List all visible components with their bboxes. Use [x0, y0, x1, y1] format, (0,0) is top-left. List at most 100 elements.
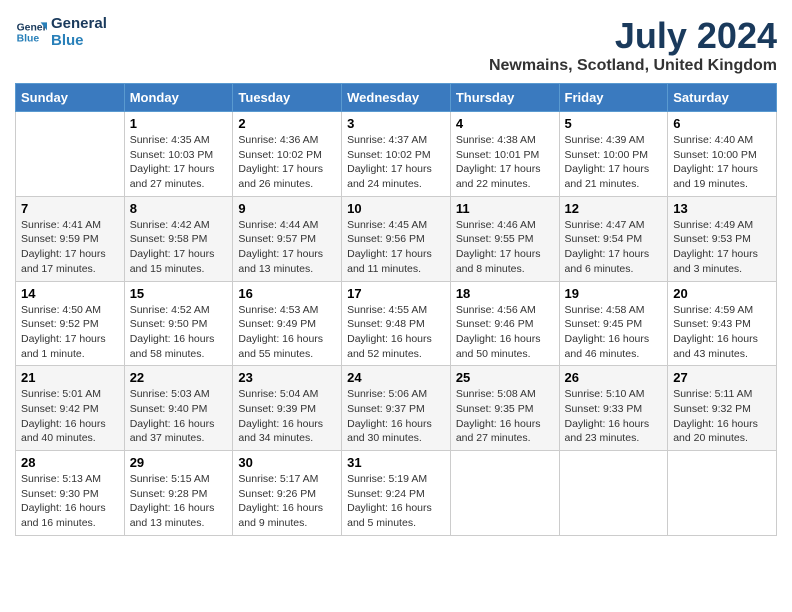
day-info: Sunrise: 5:11 AMSunset: 9:32 PMDaylight:… [673, 387, 771, 446]
day-number: 8 [130, 201, 228, 216]
day-number: 31 [347, 455, 445, 470]
day-info: Sunrise: 5:13 AMSunset: 9:30 PMDaylight:… [21, 472, 119, 531]
day-number: 20 [673, 286, 771, 301]
header-monday: Monday [124, 84, 233, 112]
day-info: Sunrise: 5:15 AMSunset: 9:28 PMDaylight:… [130, 472, 228, 531]
calendar-cell: 27 Sunrise: 5:11 AMSunset: 9:32 PMDayligh… [668, 366, 777, 451]
day-number: 12 [565, 201, 663, 216]
day-number: 25 [456, 370, 554, 385]
day-info: Sunrise: 4:46 AMSunset: 9:55 PMDaylight:… [456, 218, 554, 277]
day-number: 15 [130, 286, 228, 301]
day-number: 6 [673, 116, 771, 131]
day-info: Sunrise: 5:17 AMSunset: 9:26 PMDaylight:… [238, 472, 336, 531]
header-saturday: Saturday [668, 84, 777, 112]
title-section: July 2024 Newmains, Scotland, United Kin… [489, 15, 777, 75]
calendar-cell [16, 112, 125, 197]
day-info: Sunrise: 4:59 AMSunset: 9:43 PMDaylight:… [673, 303, 771, 362]
calendar-header-row: SundayMondayTuesdayWednesdayThursdayFrid… [16, 84, 777, 112]
header-wednesday: Wednesday [342, 84, 451, 112]
day-info: Sunrise: 4:35 AMSunset: 10:03 PMDaylight… [130, 133, 228, 192]
day-info: Sunrise: 4:39 AMSunset: 10:00 PMDaylight… [565, 133, 663, 192]
calendar-cell: 7 Sunrise: 4:41 AMSunset: 9:59 PMDaylight… [16, 196, 125, 281]
week-row-3: 14 Sunrise: 4:50 AMSunset: 9:52 PMDayligh… [16, 281, 777, 366]
logo-icon: General Blue [15, 16, 47, 48]
location: Newmains, Scotland, United Kingdom [489, 57, 777, 75]
calendar-cell: 11 Sunrise: 4:46 AMSunset: 9:55 PMDayligh… [450, 196, 559, 281]
day-info: Sunrise: 4:53 AMSunset: 9:49 PMDaylight:… [238, 303, 336, 362]
header-friday: Friday [559, 84, 668, 112]
day-info: Sunrise: 4:52 AMSunset: 9:50 PMDaylight:… [130, 303, 228, 362]
month-title: July 2024 [489, 15, 777, 57]
day-info: Sunrise: 4:36 AMSunset: 10:02 PMDaylight… [238, 133, 336, 192]
day-number: 11 [456, 201, 554, 216]
day-info: Sunrise: 4:56 AMSunset: 9:46 PMDaylight:… [456, 303, 554, 362]
day-info: Sunrise: 4:38 AMSunset: 10:01 PMDaylight… [456, 133, 554, 192]
day-info: Sunrise: 5:08 AMSunset: 9:35 PMDaylight:… [456, 387, 554, 446]
calendar-cell: 18Sunrise: 4:56 AMSunset: 9:46 PMDayligh… [450, 281, 559, 366]
day-number: 29 [130, 455, 228, 470]
svg-text:Blue: Blue [17, 34, 40, 45]
calendar-cell: 29 Sunrise: 5:15 AMSunset: 9:28 PMDayligh… [124, 451, 233, 536]
page-header: General Blue General Blue July 2024 Newm… [15, 15, 777, 75]
calendar-cell: 24 Sunrise: 5:06 AMSunset: 9:37 PMDayligh… [342, 366, 451, 451]
day-info: Sunrise: 4:55 AMSunset: 9:48 PMDaylight:… [347, 303, 445, 362]
day-number: 19 [565, 286, 663, 301]
header-sunday: Sunday [16, 84, 125, 112]
day-number: 4 [456, 116, 554, 131]
day-info: Sunrise: 4:41 AMSunset: 9:59 PMDaylight:… [21, 218, 119, 277]
calendar-table: SundayMondayTuesdayWednesdayThursdayFrid… [15, 83, 777, 536]
day-number: 14 [21, 286, 119, 301]
day-info: Sunrise: 4:49 AMSunset: 9:53 PMDaylight:… [673, 218, 771, 277]
day-info: Sunrise: 5:03 AMSunset: 9:40 PMDaylight:… [130, 387, 228, 446]
day-number: 26 [565, 370, 663, 385]
day-info: Sunrise: 4:37 AMSunset: 10:02 PMDaylight… [347, 133, 445, 192]
calendar-cell: 23Sunrise: 5:04 AMSunset: 9:39 PMDayligh… [233, 366, 342, 451]
day-info: Sunrise: 4:58 AMSunset: 9:45 PMDaylight:… [565, 303, 663, 362]
calendar-cell: 3Sunrise: 4:37 AMSunset: 10:02 PMDayligh… [342, 112, 451, 197]
calendar-cell [559, 451, 668, 536]
day-info: Sunrise: 5:01 AMSunset: 9:42 PMDaylight:… [21, 387, 119, 446]
day-number: 17 [347, 286, 445, 301]
calendar-cell: 20 Sunrise: 4:59 AMSunset: 9:43 PMDayligh… [668, 281, 777, 366]
calendar-cell: 8 Sunrise: 4:42 AMSunset: 9:58 PMDaylight… [124, 196, 233, 281]
calendar-cell: 6 Sunrise: 4:40 AMSunset: 10:00 PMDayligh… [668, 112, 777, 197]
calendar-cell: 16Sunrise: 4:53 AMSunset: 9:49 PMDayligh… [233, 281, 342, 366]
day-info: Sunrise: 4:44 AMSunset: 9:57 PMDaylight:… [238, 218, 336, 277]
day-info: Sunrise: 4:40 AMSunset: 10:00 PMDaylight… [673, 133, 771, 192]
day-number: 27 [673, 370, 771, 385]
logo: General Blue General Blue [15, 15, 107, 49]
day-number: 7 [21, 201, 119, 216]
week-row-1: 1 Sunrise: 4:35 AMSunset: 10:03 PMDayligh… [16, 112, 777, 197]
day-number: 9 [238, 201, 336, 216]
day-number: 24 [347, 370, 445, 385]
calendar-cell: 1 Sunrise: 4:35 AMSunset: 10:03 PMDayligh… [124, 112, 233, 197]
day-number: 5 [565, 116, 663, 131]
day-info: Sunrise: 5:19 AMSunset: 9:24 PMDaylight:… [347, 472, 445, 531]
calendar-cell: 9 Sunrise: 4:44 AMSunset: 9:57 PMDaylight… [233, 196, 342, 281]
calendar-cell [668, 451, 777, 536]
calendar-cell [450, 451, 559, 536]
day-info: Sunrise: 5:06 AMSunset: 9:37 PMDaylight:… [347, 387, 445, 446]
calendar-cell: 14 Sunrise: 4:50 AMSunset: 9:52 PMDayligh… [16, 281, 125, 366]
logo-general-text: General [51, 15, 107, 32]
calendar-cell: 13 Sunrise: 4:49 AMSunset: 9:53 PMDayligh… [668, 196, 777, 281]
day-info: Sunrise: 4:45 AMSunset: 9:56 PMDaylight:… [347, 218, 445, 277]
day-info: Sunrise: 5:10 AMSunset: 9:33 PMDaylight:… [565, 387, 663, 446]
day-number: 22 [130, 370, 228, 385]
logo-blue-text: Blue [51, 32, 107, 49]
header-thursday: Thursday [450, 84, 559, 112]
calendar-cell: 5 Sunrise: 4:39 AMSunset: 10:00 PMDayligh… [559, 112, 668, 197]
week-row-2: 7 Sunrise: 4:41 AMSunset: 9:59 PMDaylight… [16, 196, 777, 281]
day-number: 13 [673, 201, 771, 216]
calendar-cell: 4 Sunrise: 4:38 AMSunset: 10:01 PMDayligh… [450, 112, 559, 197]
day-number: 10 [347, 201, 445, 216]
day-info: Sunrise: 4:42 AMSunset: 9:58 PMDaylight:… [130, 218, 228, 277]
calendar-cell: 19 Sunrise: 4:58 AMSunset: 9:45 PMDayligh… [559, 281, 668, 366]
day-number: 1 [130, 116, 228, 131]
day-info: Sunrise: 5:04 AMSunset: 9:39 PMDaylight:… [238, 387, 336, 446]
day-number: 2 [238, 116, 336, 131]
header-tuesday: Tuesday [233, 84, 342, 112]
day-info: Sunrise: 4:50 AMSunset: 9:52 PMDaylight:… [21, 303, 119, 362]
calendar-cell: 26 Sunrise: 5:10 AMSunset: 9:33 PMDayligh… [559, 366, 668, 451]
calendar-cell: 30Sunrise: 5:17 AMSunset: 9:26 PMDayligh… [233, 451, 342, 536]
